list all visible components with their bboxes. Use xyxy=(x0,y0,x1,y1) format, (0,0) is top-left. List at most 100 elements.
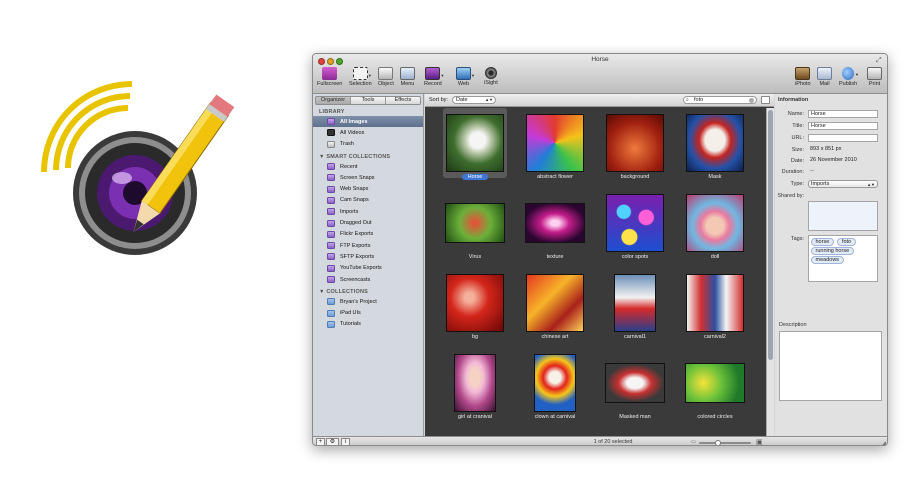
iphoto-button[interactable]: iPhoto xyxy=(795,67,811,87)
thumbnail-item[interactable]: clown at carnival xyxy=(515,348,595,428)
isight-button[interactable]: iSight xyxy=(484,67,498,86)
sidebar-item-all-images[interactable]: All Images xyxy=(313,116,423,128)
resize-grip-icon[interactable]: ◢ xyxy=(881,440,886,445)
thumbnail-grid: Horse abstract flower background Mask Vi… xyxy=(425,108,765,436)
selection-label: Selection xyxy=(349,81,372,87)
sidebar-item-trash[interactable]: Trash xyxy=(313,139,423,150)
url-input[interactable] xyxy=(808,134,878,142)
sidebar-item-web-snaps[interactable]: Web Snaps xyxy=(313,183,423,194)
print-button[interactable]: Print xyxy=(867,67,882,87)
type-select-value: Imports xyxy=(811,181,830,187)
shared-by-field[interactable] xyxy=(808,201,878,231)
tag-token[interactable]: running horse xyxy=(810,246,855,255)
smart-collection-icon xyxy=(327,185,335,193)
thumbnail-caption: background xyxy=(620,174,650,180)
selection-icon: ▼ xyxy=(352,67,372,80)
thumbnail-item[interactable]: girl at cranival xyxy=(435,348,515,428)
thumbnail-item[interactable]: Virus xyxy=(435,188,515,268)
tab-effects[interactable]: Effects xyxy=(386,97,420,104)
sidebar-item-dragged-out[interactable]: Dragged Out xyxy=(313,217,423,228)
sidebar-item-bryans-project[interactable]: Bryan's Project xyxy=(313,296,423,307)
folder-icon xyxy=(327,298,335,306)
record-button[interactable]: ▼ Record xyxy=(424,67,444,87)
menu-icon xyxy=(400,67,415,80)
add-button[interactable]: + xyxy=(316,438,325,445)
description-label: Description xyxy=(779,322,807,328)
thumbnail-item[interactable]: doll xyxy=(675,188,755,268)
browser-scrollbar[interactable] xyxy=(766,108,774,436)
sidebar-item-imports[interactable]: Imports xyxy=(313,206,423,217)
thumbnail-item[interactable]: Horse xyxy=(435,108,515,188)
sidebar-item-all-videos[interactable]: All Videos xyxy=(313,127,423,138)
sidebar-item-sftp-exports[interactable]: SFTP Exports xyxy=(313,251,423,262)
size-field-row: Size: 893 x 851 px xyxy=(775,146,887,155)
thumbnail-item[interactable]: bg xyxy=(435,268,515,348)
duration-value: -- xyxy=(810,168,814,174)
tag-token[interactable]: meadows xyxy=(810,255,845,264)
search-input[interactable]: ⌕ foto xyxy=(683,96,757,104)
sort-select[interactable]: Date ▲▼ xyxy=(452,96,496,104)
publish-button[interactable]: ▼ Publish xyxy=(839,67,859,87)
title-input[interactable]: Horse xyxy=(808,122,878,130)
thumbnail-item[interactable]: carnival1 xyxy=(595,268,675,348)
scrollbar-thumb[interactable] xyxy=(768,110,773,360)
sidebar-item-label: Web Snaps xyxy=(340,186,369,193)
sidebar-item-recent[interactable]: Recent xyxy=(313,161,423,172)
mail-button[interactable]: Mail xyxy=(817,67,832,87)
thumbnail-image xyxy=(685,363,745,403)
thumbnail-item[interactable]: Mask xyxy=(675,108,755,188)
sidebar-item-tutorials[interactable]: Tutorials xyxy=(313,319,423,330)
description-field[interactable] xyxy=(779,331,882,401)
name-input[interactable]: Horse xyxy=(808,110,878,118)
tag-token[interactable]: foto xyxy=(836,237,857,246)
fullscreen-button[interactable]: Fullscreen xyxy=(317,67,342,87)
sidebar-item-ftp-exports[interactable]: FTP Exports xyxy=(313,240,423,251)
duration-field-row: Duration: -- xyxy=(775,168,887,177)
action-menu-button[interactable]: ⚙ xyxy=(326,438,339,445)
sidebar-item-ipad-uis[interactable]: iPad UIs xyxy=(313,307,423,318)
thumbnail-item[interactable]: texture xyxy=(515,188,595,268)
smart-collection-icon xyxy=(327,196,335,204)
print-label: Print xyxy=(868,81,881,87)
tags-field[interactable]: horse foto running horse meadows xyxy=(808,235,878,282)
thumbnail-caption: texture xyxy=(546,254,564,260)
menu-button[interactable]: Menu xyxy=(400,67,415,87)
sidebar-item-screen-snaps[interactable]: Screen Snaps xyxy=(313,172,423,183)
tag-token[interactable]: horse xyxy=(810,237,835,246)
thumbnail-item[interactable]: abstract flower xyxy=(515,108,595,188)
size-label: Size: xyxy=(791,147,804,153)
thumbnail-image xyxy=(526,114,584,172)
slider-knob[interactable] xyxy=(715,440,721,445)
thumbnail-item[interactable]: colored circles xyxy=(675,348,755,428)
selection-button[interactable]: ▼ Selection xyxy=(349,67,372,87)
small-thumbnail-icon: ▭ xyxy=(691,439,696,445)
thumbnail-item[interactable]: Masked man xyxy=(595,348,675,428)
app-logo-icon xyxy=(41,81,235,255)
thumbnail-item[interactable]: carnival2 xyxy=(675,268,755,348)
thumbnail-item[interactable]: color spots xyxy=(595,188,675,268)
view-toggle-button[interactable] xyxy=(761,96,770,104)
smart-collection-icon xyxy=(327,242,335,250)
sidebar-item-cam-snaps[interactable]: Cam Snaps xyxy=(313,195,423,206)
thumbnail-image xyxy=(446,114,504,172)
thumbnail-size-slider[interactable] xyxy=(699,440,751,445)
type-select[interactable]: Imports ▲▼ xyxy=(808,180,878,188)
sidebar-item-label: SFTP Exports xyxy=(340,253,375,260)
date-value: 26 November 2010 xyxy=(810,157,857,163)
thumbnail-caption: Horse xyxy=(435,174,515,180)
tab-organizer[interactable]: Organizer xyxy=(316,97,351,104)
sidebar-item-youtube-exports[interactable]: YouTube Exports xyxy=(313,263,423,274)
information-panel: Information Name: Horse Title: Horse URL… xyxy=(775,94,887,436)
tab-tools[interactable]: Tools xyxy=(351,97,386,104)
sidebar-item-flickr-exports[interactable]: Flickr Exports xyxy=(313,229,423,240)
info-button[interactable]: i xyxy=(341,438,350,445)
sidebar-item-screencasts[interactable]: Screencasts xyxy=(313,274,423,285)
thumbnail-caption: abstract flower xyxy=(537,174,573,180)
fullscreen-corner-icon[interactable]: ⤢ xyxy=(876,57,883,64)
clear-search-icon[interactable] xyxy=(749,98,754,103)
web-button[interactable]: ▼ Web xyxy=(456,67,475,87)
sidebar-item-label: FTP Exports xyxy=(340,242,371,249)
object-button[interactable]: Object xyxy=(378,67,394,87)
thumbnail-item[interactable]: chinese art xyxy=(515,268,595,348)
thumbnail-item[interactable]: background xyxy=(595,108,675,188)
